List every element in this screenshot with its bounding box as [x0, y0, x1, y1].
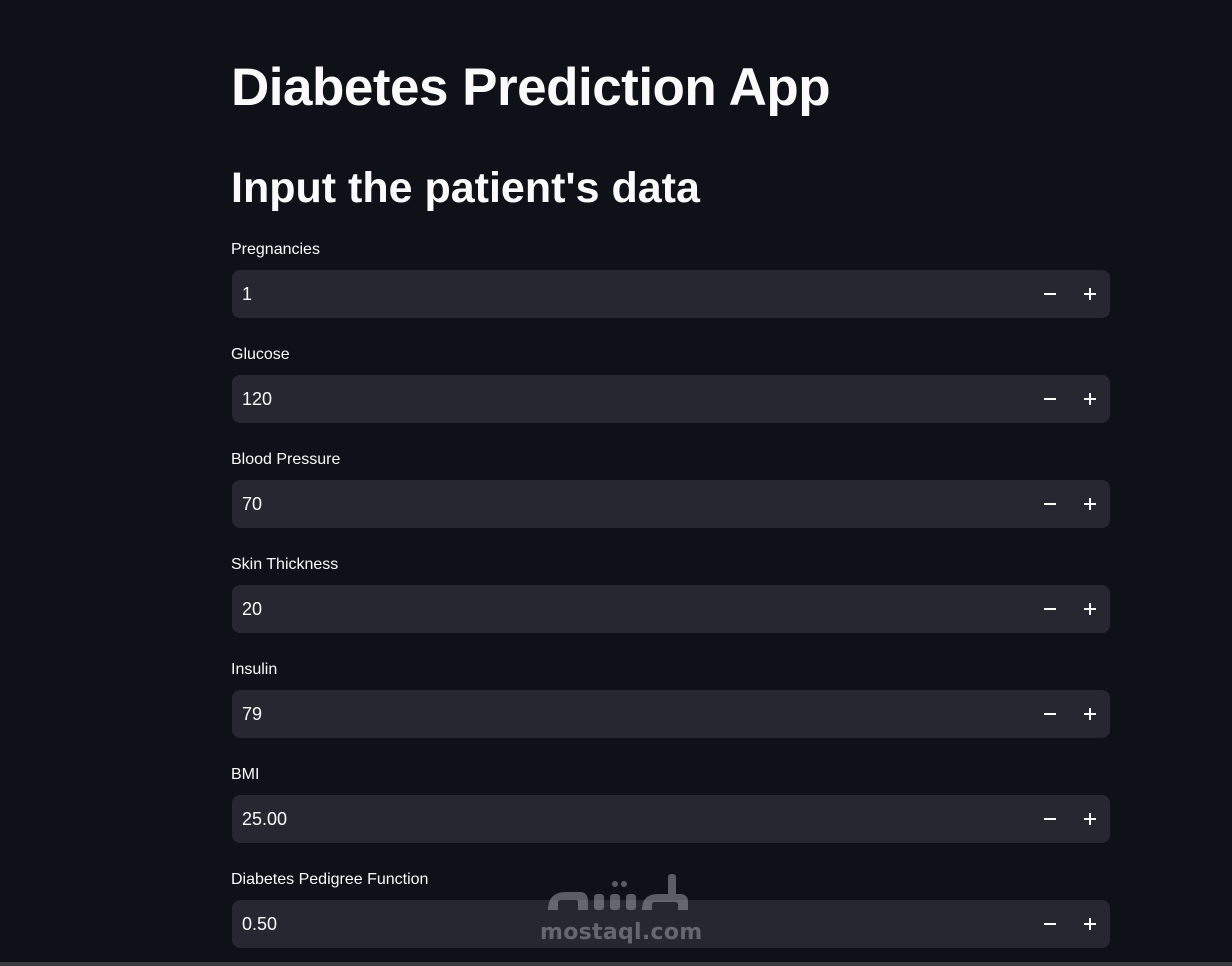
skin-thickness-field: Skin Thickness — [231, 555, 1110, 645]
blood-pressure-field: Blood Pressure — [231, 450, 1110, 540]
minus-icon — [1044, 608, 1056, 610]
minus-icon — [1044, 293, 1056, 295]
insulin-number-input — [232, 690, 1110, 738]
plus-icon — [1084, 708, 1096, 720]
blood-pressure-number-input — [232, 480, 1110, 528]
plus-icon — [1084, 393, 1096, 405]
pregnancies-decrement-button[interactable] — [1030, 270, 1070, 318]
pregnancies-input[interactable] — [242, 270, 1002, 318]
blood-pressure-input[interactable] — [242, 480, 1002, 528]
glucose-label: Glucose — [231, 346, 290, 363]
insulin-decrement-button[interactable] — [1030, 690, 1070, 738]
plus-icon — [1084, 498, 1096, 510]
glucose-number-input — [232, 375, 1110, 423]
skin-thickness-input[interactable] — [242, 585, 1002, 633]
watermark-logo-icon — [548, 874, 688, 910]
pregnancies-field: Pregnancies — [231, 240, 1110, 330]
glucose-increment-button[interactable] — [1070, 375, 1110, 423]
minus-icon — [1044, 923, 1056, 925]
minus-icon — [1044, 818, 1056, 820]
watermark-logo: mostaql.com — [540, 870, 703, 950]
insulin-input[interactable] — [242, 690, 1002, 738]
blood-pressure-decrement-button[interactable] — [1030, 480, 1070, 528]
pregnancies-label: Pregnancies — [231, 241, 320, 258]
watermark-text: mostaql.com — [540, 920, 703, 945]
blood-pressure-label: Blood Pressure — [231, 451, 341, 468]
pregnancies-increment-button[interactable] — [1070, 270, 1110, 318]
bmi-field: BMI — [231, 765, 1110, 855]
skin-thickness-number-input — [232, 585, 1110, 633]
minus-icon — [1044, 713, 1056, 715]
glucose-field: Glucose — [231, 345, 1110, 435]
page-title: Diabetes Prediction App — [231, 58, 831, 117]
bmi-decrement-button[interactable] — [1030, 795, 1070, 843]
glucose-input[interactable] — [242, 375, 1002, 423]
section-title: Input the patient's data — [231, 164, 700, 212]
diabetes-pedigree-function-increment-button[interactable] — [1070, 900, 1110, 948]
glucose-decrement-button[interactable] — [1030, 375, 1070, 423]
skin-thickness-decrement-button[interactable] — [1030, 585, 1070, 633]
insulin-increment-button[interactable] — [1070, 690, 1110, 738]
blood-pressure-increment-button[interactable] — [1070, 480, 1110, 528]
insulin-field: Insulin — [231, 660, 1110, 750]
plus-icon — [1084, 603, 1096, 615]
pregnancies-number-input — [232, 270, 1110, 318]
plus-icon — [1084, 813, 1096, 825]
skin-thickness-label: Skin Thickness — [231, 556, 339, 573]
plus-icon — [1084, 918, 1096, 930]
diabetes-pedigree-function-label: Diabetes Pedigree Function — [231, 871, 429, 888]
bmi-number-input — [232, 795, 1110, 843]
minus-icon — [1044, 398, 1056, 400]
skin-thickness-increment-button[interactable] — [1070, 585, 1110, 633]
minus-icon — [1044, 503, 1056, 505]
bmi-label: BMI — [231, 766, 260, 783]
diabetes-pedigree-function-decrement-button[interactable] — [1030, 900, 1070, 948]
insulin-label: Insulin — [231, 661, 278, 678]
bottom-edge-bar — [0, 962, 1232, 966]
bmi-increment-button[interactable] — [1070, 795, 1110, 843]
bmi-input[interactable] — [242, 795, 1002, 843]
app-page: Diabetes Prediction App Input the patien… — [0, 0, 1232, 966]
plus-icon — [1084, 288, 1096, 300]
